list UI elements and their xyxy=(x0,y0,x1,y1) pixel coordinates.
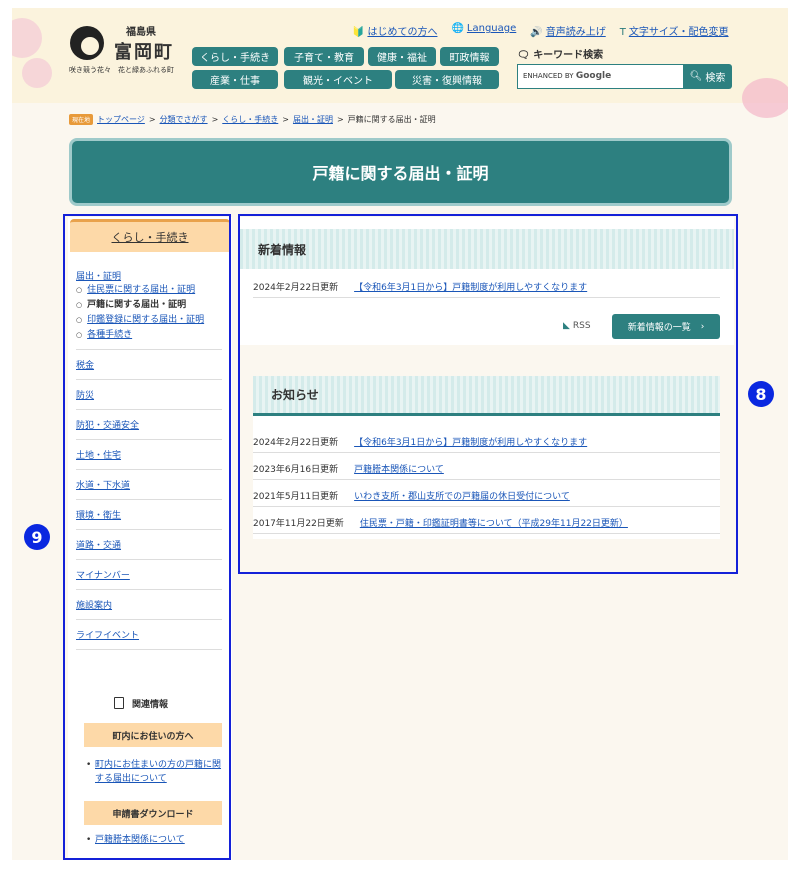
town-emblem-icon[interactable] xyxy=(70,26,104,60)
news-date: 2024年2月22日更新 xyxy=(253,283,339,293)
breadcrumb-link[interactable]: くらし・手続き xyxy=(222,114,278,125)
related-group-downloads: 申請書ダウンロード xyxy=(84,801,222,825)
flower-decoration xyxy=(12,18,42,58)
text-size-icon: T xyxy=(619,27,626,38)
speaker-icon: 🔊 xyxy=(530,27,543,38)
beginner-link[interactable]: 🔰 はじめての方へ xyxy=(352,23,437,38)
prefecture-name: 福島県 xyxy=(126,27,156,38)
beginner-icon: 🔰 xyxy=(352,27,365,38)
sidebar-item-my-number[interactable]: マイナンバー xyxy=(76,559,222,581)
sidebar-item-land-housing[interactable]: 土地・住宅 xyxy=(76,439,222,461)
rss-link[interactable]: ◣ RSS xyxy=(563,321,591,331)
notice-item: 2021年5月11日更新 いわき支所・郡山支所での戸籍届の休日受付について xyxy=(253,485,720,507)
flower-decoration xyxy=(742,78,788,118)
breadcrumb-link[interactable]: 届出・証明 xyxy=(293,114,333,125)
breadcrumb-link[interactable]: 分類でさがす xyxy=(160,114,208,125)
notice-item: 2024年2月22日更新 【令和6年3月1日から】戸籍制度が利用しやすくなります xyxy=(253,431,720,453)
sidebar: くらし・手続き 届出・証明 住民票に関する届出・証明 戸籍に関する届出・証明 印… xyxy=(68,217,232,860)
related-link-residents[interactable]: 町内にお住まいの方の戸籍に関する届出について xyxy=(86,758,226,786)
notice-link[interactable]: いわき支所・郡山支所での戸籍届の休日受付について xyxy=(354,489,570,502)
annotation-number-sidebar: 9 xyxy=(24,524,50,550)
notice-link[interactable]: 【令和6年3月1日から】戸籍制度が利用しやすくなります xyxy=(354,435,587,448)
news-list-button[interactable]: 新着情報の一覧 › xyxy=(612,314,720,339)
news-item: 2024年2月22日更新 【令和6年3月1日から】戸籍制度が利用しやすくなります xyxy=(253,276,720,298)
sidebar-divider xyxy=(76,649,222,650)
rss-icon: ◣ xyxy=(563,321,570,331)
notice-link[interactable]: 戸籍謄本関係について xyxy=(354,462,444,475)
sidebar-sub-item[interactable]: 住民票に関する届出・証明 xyxy=(76,283,204,298)
read-aloud-link[interactable]: 🔊 音声読み上げ xyxy=(530,23,605,38)
notice-item: 2023年6月16日更新 戸籍謄本関係について xyxy=(253,458,720,480)
sidebar-item-facilities[interactable]: 施設案内 xyxy=(76,589,222,611)
main-content: 新着情報 2024年2月22日更新 【令和6年3月1日から】戸籍制度が利用しやす… xyxy=(240,217,734,571)
search-icon: 🔍︎ xyxy=(689,71,703,82)
nav-disaster[interactable]: 災害・復興情報 xyxy=(395,70,499,89)
nav-health[interactable]: 健康・福祉 xyxy=(368,47,436,66)
notice-heading: お知らせ xyxy=(253,376,720,416)
site-header: 福島県 富岡町 咲き競う花々 花と緑あふれる町 🔰 はじめての方へ 🌐 Langua… xyxy=(12,8,788,118)
flower-decoration xyxy=(22,58,52,88)
current-location-badge: 現在地 xyxy=(69,114,94,125)
sidebar-subcategory[interactable]: 届出・証明 xyxy=(76,269,121,282)
sidebar-item-environment[interactable]: 環境・衛生 xyxy=(76,499,222,521)
sidebar-sub-item[interactable]: 印鑑登録に関する届出・証明 xyxy=(76,313,204,328)
nav-industry[interactable]: 産業・仕事 xyxy=(192,70,278,89)
page-container: 福島県 富岡町 咲き競う花々 花と緑あふれる町 🔰 はじめての方へ 🌐 Langua… xyxy=(12,8,788,860)
sidebar-item-life-events[interactable]: ライフイベント xyxy=(76,619,222,641)
keyword-search-label: 🗨 キーワード検索 xyxy=(517,50,604,61)
town-name[interactable]: 富岡町 xyxy=(114,38,174,64)
language-link[interactable]: 🌐 Language xyxy=(451,23,516,38)
sidebar-item-disaster-prevention[interactable]: 防災 xyxy=(76,379,222,401)
sidebar-item-crime-traffic[interactable]: 防犯・交通安全 xyxy=(76,409,222,431)
related-info-title: 関連情報 xyxy=(114,697,168,710)
annotation-number-main: 8 xyxy=(748,381,774,407)
chevron-right-icon: › xyxy=(700,321,705,332)
sidebar-heading[interactable]: くらし・手続き xyxy=(70,219,230,252)
related-group-residents: 町内にお住いの方へ xyxy=(84,723,222,747)
nav-childcare[interactable]: 子育て・教育 xyxy=(284,47,364,66)
sidebar-item-tax[interactable]: 税金 xyxy=(76,349,222,371)
document-icon xyxy=(114,697,124,709)
search-input[interactable]: ENHANCED BY Google xyxy=(517,64,684,89)
page-title: 戸籍に関する届出・証明 xyxy=(69,138,732,206)
sidebar-item-roads[interactable]: 道路・交通 xyxy=(76,529,222,551)
notice-panel: お知らせ 2024年2月22日更新 【令和6年3月1日から】戸籍制度が利用しやすく… xyxy=(253,376,720,539)
utility-links: 🔰 はじめての方へ 🌐 Language 🔊 音声読み上げ T 文字サイズ・配色変更 xyxy=(352,23,729,38)
breadcrumb: 現在地 トップページ > 分類でさがす > くらし・手続き > 届出・証明 > 戸籍に関… xyxy=(69,114,436,125)
sidebar-item-water[interactable]: 水道・下水道 xyxy=(76,469,222,491)
search-button[interactable]: 🔍︎ 検索 xyxy=(683,64,732,89)
sidebar-sub-list: 住民票に関する届出・証明 戸籍に関する届出・証明 印鑑登録に関する届出・証明 各… xyxy=(76,283,204,343)
related-link-downloads[interactable]: 戸籍謄本関係について xyxy=(86,833,226,847)
breadcrumb-current: 戸籍に関する届出・証明 xyxy=(347,115,436,124)
news-heading: 新着情報 xyxy=(240,229,734,269)
notice-item: 2017年11月22日更新 住民票・戸籍・印鑑証明書等について（平成29年11月2… xyxy=(253,512,720,534)
nav-town-info[interactable]: 町政情報 xyxy=(440,47,499,66)
sidebar-sub-item-current: 戸籍に関する届出・証明 xyxy=(76,298,204,313)
town-slogan: 咲き競う花々 花と緑あふれる町 xyxy=(69,66,174,74)
text-size-link[interactable]: T 文字サイズ・配色変更 xyxy=(620,23,729,38)
news-panel: 新着情報 2024年2月22日更新 【令和6年3月1日から】戸籍制度が利用しやす… xyxy=(240,217,734,345)
chat-icon: 🗨 xyxy=(517,50,534,61)
news-link[interactable]: 【令和6年3月1日から】戸籍制度が利用しやすくなります xyxy=(354,280,587,293)
sidebar-sub-item[interactable]: 各種手続き xyxy=(76,328,204,343)
globe-icon: 🌐 xyxy=(451,23,464,34)
breadcrumb-link[interactable]: トップページ xyxy=(97,114,145,125)
nav-tourism[interactable]: 観光・イベント xyxy=(284,70,392,89)
notice-link[interactable]: 住民票・戸籍・印鑑証明書等について（平成29年11月22日更新） xyxy=(360,516,628,529)
nav-living[interactable]: くらし・手続き xyxy=(192,47,278,66)
